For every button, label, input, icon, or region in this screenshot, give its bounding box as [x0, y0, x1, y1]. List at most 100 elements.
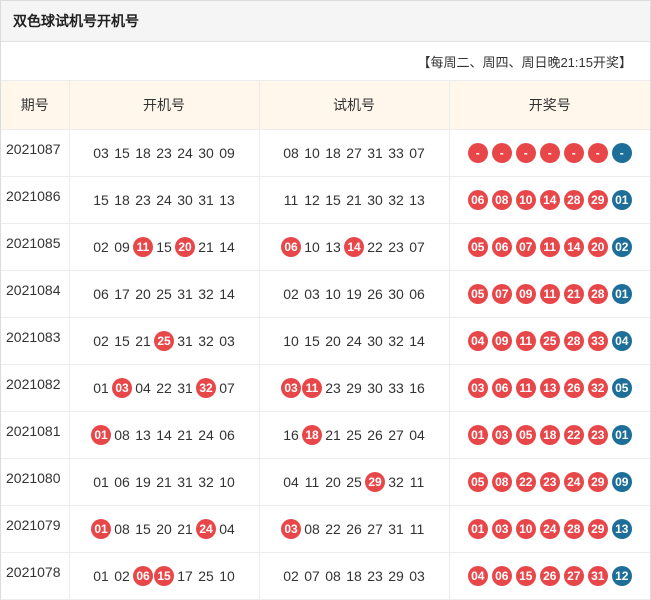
red-ball: 14 — [539, 190, 560, 210]
issue-number: 2021078 — [1, 548, 70, 596]
header-test: 试机号 — [259, 80, 450, 130]
red-ball: 24 — [539, 519, 560, 539]
number: 10 — [219, 474, 235, 490]
open-numbers: 01 06 19 21 31 32 10 — [69, 458, 260, 506]
number: 30 — [367, 192, 383, 208]
number: 20 — [325, 474, 341, 490]
highlighted-number: 29 — [365, 472, 385, 492]
red-ball: 03 — [491, 519, 512, 539]
number: 15 — [325, 192, 341, 208]
test-numbers: 03 11 23 29 30 33 16 — [259, 364, 450, 412]
red-ball: 22 — [563, 425, 584, 445]
red-ball: 32 — [587, 378, 608, 398]
number: 16 — [283, 427, 299, 443]
red-ball: 07 — [491, 284, 512, 304]
blue-ball: 13 — [611, 519, 632, 539]
number: 10 — [283, 333, 299, 349]
red-ball: 23 — [587, 425, 608, 445]
table-row: 2021085 02 09 11 15 20 21 14 06 10 13 14 22 23 07 05 06 0… — [1, 219, 650, 271]
number: 27 — [346, 145, 362, 161]
red-ball: 28 — [587, 284, 608, 304]
highlighted-number: 03 — [112, 378, 132, 398]
open-numbers: 06 17 20 25 31 32 14 — [69, 270, 260, 318]
number: 04 — [409, 427, 425, 443]
number: 18 — [135, 145, 151, 161]
red-ball: 08 — [491, 190, 512, 210]
blue-ball: 05 — [611, 378, 632, 398]
red-ball: 29 — [587, 190, 608, 210]
open-numbers: 01 02 06 15 17 25 10 — [69, 552, 260, 600]
number: 14 — [219, 286, 235, 302]
test-numbers: 10 15 20 24 30 32 14 — [259, 317, 450, 365]
number: 24 — [177, 145, 193, 161]
issue-number: 2021082 — [1, 360, 70, 408]
blue-ball: 01 — [611, 425, 632, 445]
red-ball: 22 — [515, 472, 536, 492]
number: 20 — [156, 521, 172, 537]
number: 15 — [114, 333, 130, 349]
header-open: 开机号 — [69, 80, 260, 130]
number: 01 — [93, 380, 109, 396]
number: 23 — [135, 192, 151, 208]
number: 10 — [304, 239, 320, 255]
blue-ball: - — [611, 143, 632, 163]
number: 25 — [198, 568, 214, 584]
number: 14 — [409, 333, 425, 349]
red-ball: 10 — [515, 190, 536, 210]
red-ball: 01 — [467, 425, 488, 445]
red-ball: 20 — [587, 237, 608, 257]
red-ball: 04 — [467, 566, 488, 586]
draw-schedule-note: 【每周二、周四、周日晚21:15开奖】 — [417, 54, 632, 70]
number: 17 — [177, 568, 193, 584]
number: 10 — [219, 568, 235, 584]
number: 14 — [156, 427, 172, 443]
highlighted-number: 25 — [154, 331, 174, 351]
open-numbers: 03 15 18 23 24 30 09 — [69, 129, 260, 177]
number: 21 — [346, 192, 362, 208]
number: 24 — [156, 192, 172, 208]
table-header-row: 期号 开机号 试机号 开奖号 — [1, 80, 650, 130]
red-ball: 06 — [491, 378, 512, 398]
draw-numbers: 05 08 22 23 24 29 09 — [449, 458, 650, 506]
number: 31 — [388, 521, 404, 537]
number: 32 — [388, 474, 404, 490]
number: 15 — [93, 192, 109, 208]
draw-numbers: 01 03 10 24 28 29 13 — [449, 505, 650, 553]
red-ball: 08 — [491, 472, 512, 492]
number: 30 — [198, 145, 214, 161]
highlighted-number: 03 — [281, 519, 301, 539]
number: 10 — [304, 145, 320, 161]
number: 20 — [325, 333, 341, 349]
issue-number: 2021085 — [1, 219, 70, 267]
test-numbers: 08 10 18 27 31 33 07 — [259, 129, 450, 177]
red-ball: 21 — [563, 284, 584, 304]
number: 04 — [219, 521, 235, 537]
number: 08 — [325, 568, 341, 584]
number: 06 — [93, 286, 109, 302]
number: 29 — [346, 380, 362, 396]
number: 26 — [367, 427, 383, 443]
number: 01 — [93, 568, 109, 584]
issue-number: 2021080 — [1, 454, 70, 502]
test-numbers: 11 12 15 21 30 32 13 — [259, 176, 450, 224]
red-ball: 11 — [515, 331, 536, 351]
number: 25 — [346, 474, 362, 490]
red-ball: - — [515, 143, 536, 163]
red-ball: - — [491, 143, 512, 163]
highlighted-number: 18 — [302, 425, 322, 445]
number: 15 — [135, 521, 151, 537]
highlighted-number: 06 — [281, 237, 301, 257]
red-ball: - — [587, 143, 608, 163]
red-ball: 29 — [587, 519, 608, 539]
number: 25 — [156, 286, 172, 302]
number: 24 — [198, 427, 214, 443]
number: 25 — [346, 427, 362, 443]
table-row: 2021083 02 15 21 25 31 32 03 10 15 20 24 30 32 14 04 09 1… — [1, 313, 650, 365]
draw-numbers: 01 03 05 18 22 23 01 — [449, 411, 650, 459]
number: 02 — [283, 568, 299, 584]
number: 31 — [367, 145, 383, 161]
number: 02 — [283, 286, 299, 302]
number: 13 — [409, 192, 425, 208]
number: 11 — [409, 521, 425, 537]
number: 27 — [388, 427, 404, 443]
